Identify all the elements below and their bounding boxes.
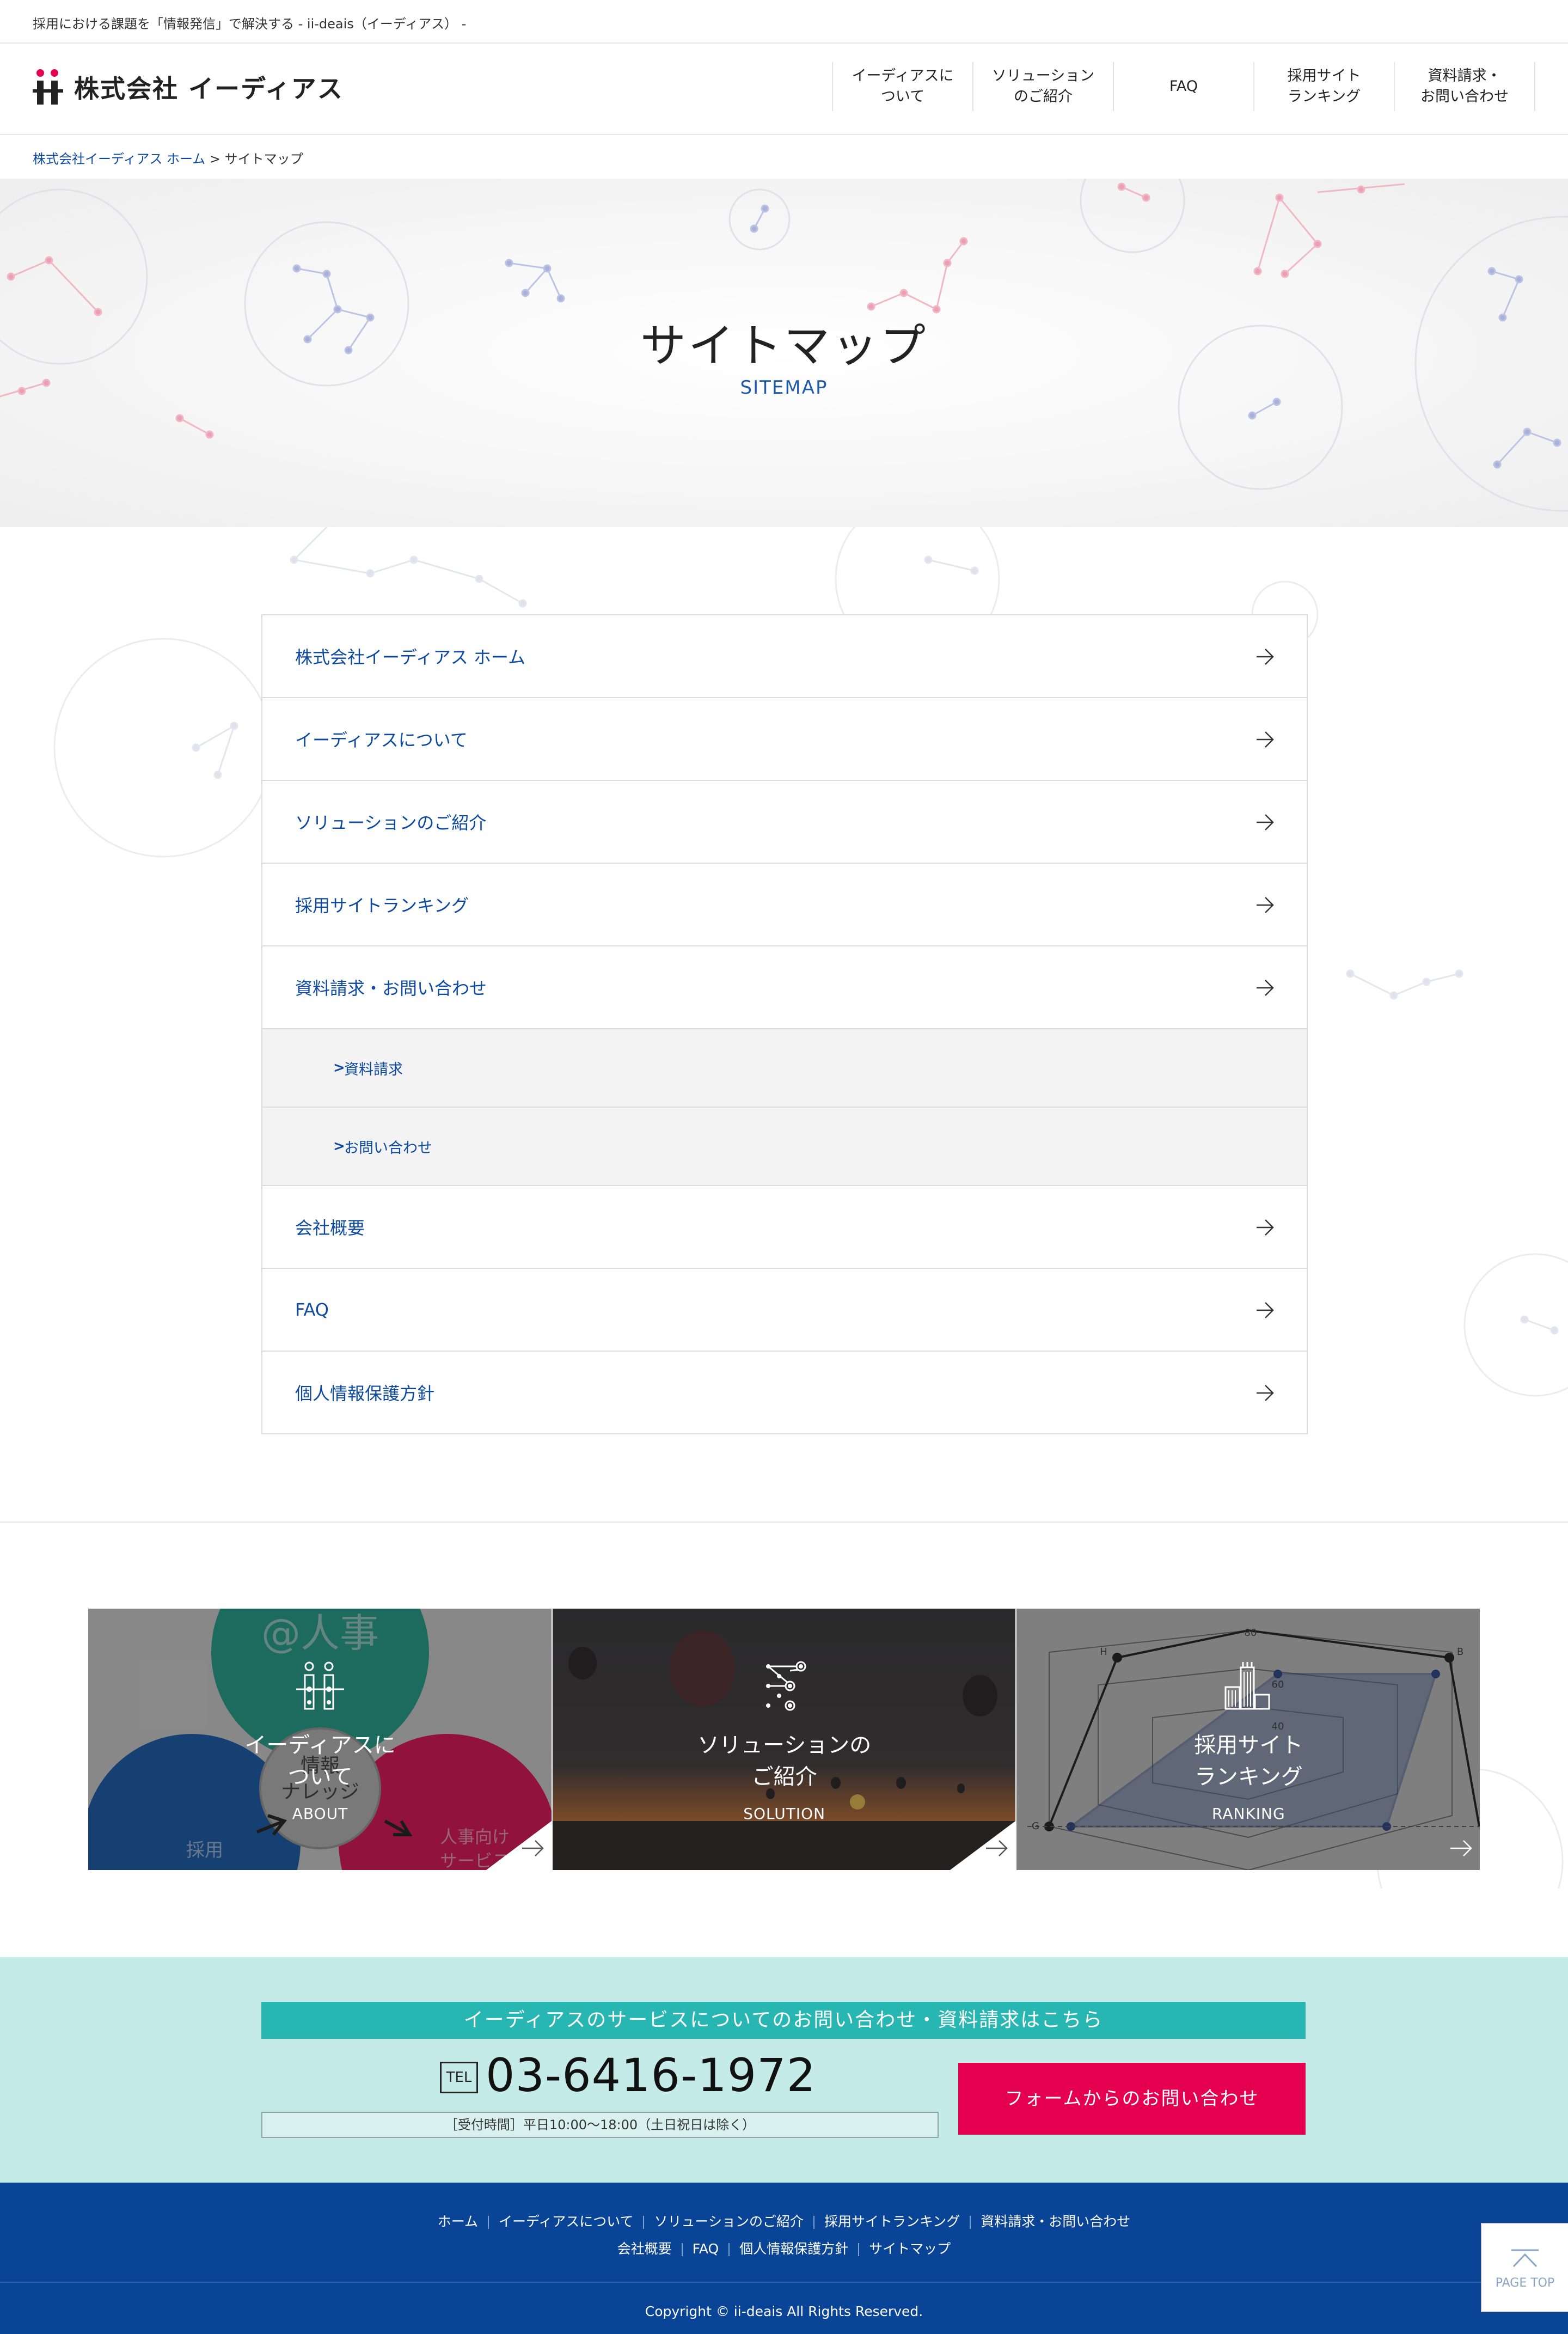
business-hours: ［受付時間］平日10:00〜18:00（土日祝日は除く） — [261, 2112, 939, 2138]
right-arrow-icon — [1257, 1302, 1274, 1318]
footer-nav-primary: ホーム イーディアスについて ソリューションのご紹介 採用サイトランキング 資料請求・お… — [0, 2211, 1568, 2231]
footer-separator — [813, 2216, 814, 2229]
footer-link-solution[interactable]: ソリューションのご紹介 — [654, 2214, 804, 2229]
footer-link-home[interactable]: ホーム — [438, 2214, 478, 2229]
chevron-up-icon — [1511, 2249, 1539, 2268]
footer-separator — [681, 2243, 683, 2256]
nav-item-faq[interactable]: FAQ — [1113, 62, 1253, 111]
right-arrow-icon — [1257, 1219, 1274, 1236]
card-arrow-icon — [486, 1821, 552, 1870]
sitemap-item-company[interactable]: 会社概要 — [262, 1186, 1307, 1269]
global-nav: イーディアスに ついて ソリューション のご紹介 FAQ 採用サイト ランキング… — [832, 62, 1535, 111]
tel-badge: TEL — [440, 2062, 478, 2093]
sitemap-item-home[interactable]: 株式会社イーディアス ホーム — [262, 615, 1307, 698]
sitemap-item-faq[interactable]: FAQ — [262, 1269, 1307, 1352]
sitemap-list: 株式会社イーディアス ホーム イーディアスについて ソリューションのご紹介 採用… — [261, 614, 1308, 1434]
page-title: サイトマップ — [640, 319, 928, 372]
site-header: 株式会社 イーディアス イーディアスに ついて ソリューション のご紹介 FAQ… — [0, 44, 1568, 135]
section-divider — [0, 1522, 1568, 1523]
footer-separator — [487, 2216, 489, 2229]
breadcrumb-separator: > — [209, 151, 220, 167]
feature-cards: @人事 情報 ナレッジ 採用 人事向け サービス イーディアスに ついて ABO… — [88, 1609, 1480, 1870]
footer-separator — [728, 2243, 730, 2256]
phone-number-link[interactable]: 03-6416-1972 — [486, 2049, 816, 2102]
logo-mark-icon — [33, 69, 63, 105]
nav-item-contact[interactable]: 資料請求・ お問い合わせ — [1394, 62, 1535, 111]
sitemap-subitem-request[interactable]: > 資料請求 — [262, 1029, 1307, 1108]
card-arrow-icon — [1450, 1840, 1472, 1856]
sitemap-item-label: 資料請求・お問い合わせ — [295, 978, 487, 999]
card-subtitle: ABOUT — [292, 1805, 348, 1823]
footer-nav-secondary: 会社概要 FAQ 個人情報保護方針 サイトマップ — [0, 2238, 1568, 2258]
footer-link-contact[interactable]: 資料請求・お問い合わせ — [981, 2214, 1130, 2229]
sitemap-item-ranking[interactable]: 採用サイトランキング — [262, 864, 1307, 946]
sitemap-item-label: 採用サイトランキング — [295, 895, 469, 916]
card-ranking[interactable]: 80 60 40 H B G 採用サイト ランキング RANKING — [1015, 1609, 1480, 1870]
footer-link-company[interactable]: 会社概要 — [617, 2241, 672, 2257]
sitemap-item-label: 株式会社イーディアス ホーム — [295, 647, 525, 668]
card-title: イーディアスに ついて — [244, 1733, 396, 1789]
site-footer: ホーム イーディアスについて ソリューションのご紹介 採用サイトランキング 資料請求・お… — [0, 2183, 1568, 2334]
sitemap-item-label: FAQ — [295, 1299, 329, 1320]
network-icon — [765, 1661, 806, 1711]
sitemap-subitem-inquiry[interactable]: > お問い合わせ — [262, 1108, 1307, 1186]
site-logo[interactable]: 株式会社 イーディアス — [33, 65, 344, 109]
sub-marker: > — [333, 1060, 345, 1076]
breadcrumb-current: サイトマップ — [224, 151, 303, 167]
footer-separator — [858, 2243, 860, 2256]
card-solution[interactable]: ソリューションの ご紹介 SOLUTION — [551, 1609, 1016, 1870]
nav-item-about[interactable]: イーディアスに ついて — [832, 62, 972, 111]
page-hero: サイトマップ SITEMAP — [0, 179, 1568, 527]
footer-link-about[interactable]: イーディアスについて — [499, 2214, 634, 2229]
breadcrumb: 株式会社イーディアス ホーム > サイトマップ — [33, 148, 303, 167]
page-top-button[interactable]: PAGE TOP — [1481, 2223, 1568, 2312]
sitemap-item-label: イーディアスについて — [295, 730, 468, 750]
footer-link-faq[interactable]: FAQ — [693, 2241, 719, 2257]
logo-mark-icon — [296, 1661, 344, 1710]
footer-separator — [643, 2216, 645, 2229]
copyright: Copyright © ii-deais All Rights Reserved… — [645, 2304, 923, 2319]
sitemap-subitem-label: お問い合わせ — [344, 1139, 432, 1157]
top-tagline-bar: 採用における課題を「情報発信」で解決する - ii-deais（イーディアス） … — [0, 0, 1568, 44]
sitemap-item-label: ソリューションのご紹介 — [295, 812, 487, 833]
footer-link-privacy[interactable]: 個人情報保護方針 — [739, 2241, 848, 2257]
right-arrow-icon — [1257, 731, 1274, 748]
sitemap-item-solution[interactable]: ソリューションのご紹介 — [262, 781, 1307, 864]
site-tagline: 採用における課題を「情報発信」で解決する - ii-deais（イーディアス） … — [33, 16, 467, 32]
sitemap-item-about[interactable]: イーディアスについて — [262, 698, 1307, 781]
contact-section: イーディアスのサービスについてのお問い合わせ・資料請求はこちら TEL 03-6… — [0, 1957, 1568, 2183]
sitemap-item-privacy[interactable]: 個人情報保護方針 — [262, 1352, 1307, 1433]
nav-item-ranking[interactable]: 採用サイト ランキング — [1253, 62, 1394, 111]
sitemap-subitem-label: 資料請求 — [344, 1061, 403, 1078]
page-subtitle: SITEMAP — [740, 377, 828, 399]
footer-link-sitemap[interactable]: サイトマップ — [869, 2241, 951, 2257]
ranking-tower-icon — [1224, 1662, 1270, 1710]
right-arrow-icon — [1257, 897, 1274, 913]
card-subtitle: RANKING — [1212, 1805, 1285, 1823]
card-arrow-icon — [950, 1821, 1016, 1870]
sitemap-item-label: 会社概要 — [295, 1218, 365, 1238]
right-arrow-icon — [1257, 814, 1274, 830]
footer-divider — [0, 2282, 1568, 2283]
page-top-label: PAGE TOP — [1495, 2276, 1555, 2290]
footer-link-ranking[interactable]: 採用サイトランキング — [824, 2214, 960, 2229]
right-arrow-icon — [1257, 1385, 1274, 1401]
logo-text: 株式会社 イーディアス — [74, 74, 344, 103]
right-arrow-icon — [1257, 980, 1274, 996]
right-arrow-icon — [1257, 649, 1274, 665]
contact-form-button[interactable]: フォームからのお問い合わせ — [958, 2063, 1306, 2135]
card-subtitle: SOLUTION — [743, 1805, 826, 1823]
card-about[interactable]: @人事 情報 ナレッジ 採用 人事向け サービス イーディアスに ついて ABO… — [88, 1609, 552, 1870]
card-title: 採用サイト ランキング — [1194, 1733, 1303, 1789]
nav-item-solution[interactable]: ソリューション のご紹介 — [972, 62, 1113, 111]
sub-marker: > — [333, 1138, 345, 1154]
card-title: ソリューションの ご紹介 — [697, 1733, 872, 1789]
contact-heading: イーディアスのサービスについてのお問い合わせ・資料請求はこちら — [261, 2002, 1306, 2039]
breadcrumb-home-link[interactable]: 株式会社イーディアス ホーム — [33, 151, 205, 167]
sitemap-item-label: 個人情報保護方針 — [295, 1383, 435, 1404]
sitemap-item-contact[interactable]: 資料請求・お問い合わせ — [262, 946, 1307, 1029]
footer-separator — [970, 2216, 971, 2229]
